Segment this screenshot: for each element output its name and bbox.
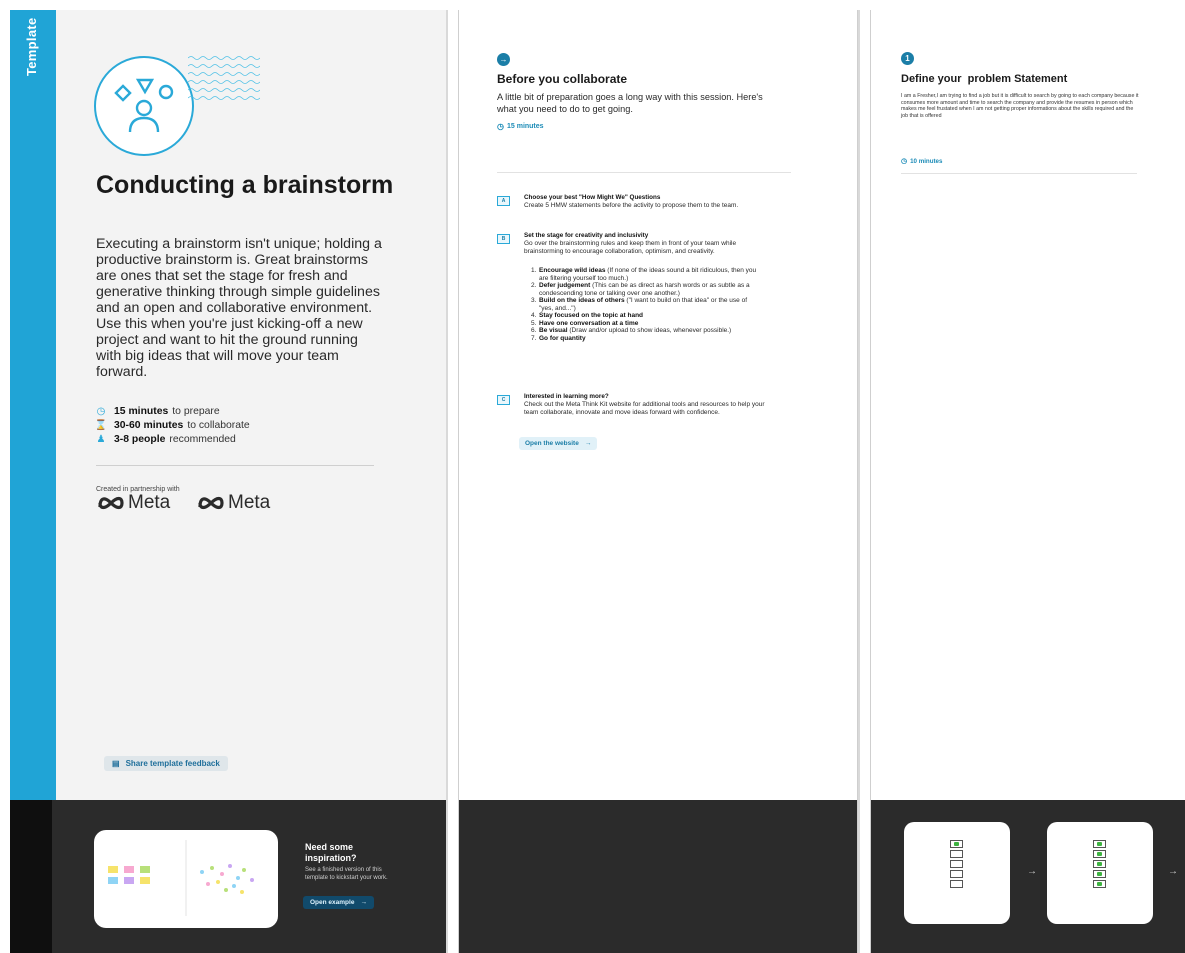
wave-lines-decoration: [188, 56, 260, 100]
meta-infinity-icon: [198, 496, 224, 510]
problem-time: ◷ 10 minutes: [901, 157, 943, 166]
step-number-badge: 1: [901, 52, 914, 65]
collab-time-row: ⌛ 30-60 minutes to collaborate: [94, 418, 396, 432]
panel-separator: [446, 10, 448, 953]
panel-separator: [858, 10, 860, 953]
checkbox-unchecked: [950, 870, 963, 878]
brainstorm-rules-list: 1. Encourage wild ideas (If none of the i…: [531, 267, 757, 342]
template-side-label: Template: [24, 17, 39, 76]
step-c-title: Interested in learning more?: [524, 393, 609, 400]
people-label: recommended: [169, 433, 236, 445]
problem-statement-panel: 1 Define your problem Statement I am a F…: [870, 10, 1185, 953]
collab-time-label: to collaborate: [187, 419, 250, 431]
step-a-title: Choose your best "How Might We" Question…: [524, 194, 661, 201]
checkbox-checked: [950, 840, 963, 848]
step-badge-b: B: [497, 234, 510, 244]
rule-item: 3. Build on the ideas of others ("I want …: [531, 297, 748, 312]
panel-3-dark-band: → →: [871, 800, 1185, 953]
meta-logo-text: Meta: [128, 492, 171, 513]
rule-item: 5. Have one conversation at a time: [531, 319, 639, 327]
section-title: Before you collaborate: [497, 72, 628, 86]
divider: [497, 172, 791, 173]
collab-time-value: 30-60 minutes: [114, 419, 184, 431]
open-website-button[interactable]: Open the website →: [519, 437, 598, 450]
checkbox-checked: [1093, 880, 1106, 888]
checkbox-checked: [1093, 870, 1106, 878]
step-badge-a: A: [497, 196, 510, 206]
divider: [96, 465, 374, 466]
person-icon: ♟: [96, 433, 106, 445]
example-preview-card[interactable]: [94, 830, 278, 928]
step-b-title: Set the stage for creativity and inclusi…: [524, 232, 649, 239]
people-row: ♟ 3-8 people recommended: [96, 432, 396, 446]
inspiration-band: Need some inspiration? See a finished ve…: [10, 800, 446, 953]
problem-statement-title: Define your problem Statement: [901, 73, 1068, 85]
checkbox-checked: [1093, 850, 1106, 858]
checkbox-checked: [1093, 840, 1106, 848]
rule-item: 4. Stay focused on the topic at hand: [531, 312, 644, 319]
template-title: Conducting a brainstorm: [96, 171, 394, 199]
arrow-right-icon: →: [1168, 866, 1178, 877]
rule-item: 6. Be visual (Draw and/or upload to show …: [531, 327, 732, 334]
panel-2-dark-band: [459, 800, 857, 953]
checklist-card-1: [904, 822, 1010, 924]
checkbox-unchecked: [950, 850, 963, 858]
problem-statement-body: I am a Fresher,I am trying to find a job…: [901, 93, 1139, 119]
comment-icon: ▤: [112, 759, 120, 768]
prep-time-label: to prepare: [172, 405, 220, 417]
clock-icon: ◷: [96, 405, 106, 417]
arrow-right-circle-icon: →: [497, 53, 510, 66]
step-c-body: Check out the Meta Think Kit website for…: [524, 401, 765, 416]
arrow-right-icon: →: [360, 899, 367, 906]
before-you-collaborate-panel: → Before you collaborate A little bit of…: [458, 10, 858, 953]
checkbox-unchecked: [950, 880, 963, 888]
inspiration-description: See a finished version of this template …: [305, 867, 388, 881]
template-intro-panel: Template Conducting a brainstorm Executi…: [10, 10, 446, 953]
meta-logo: Meta: [96, 492, 170, 514]
step-a-body: Create 5 HMW statements before the activ…: [524, 202, 739, 209]
arrow-right-icon: →: [584, 440, 592, 447]
checklist-1: [950, 840, 964, 890]
rule-item: 7. Go for quantity: [531, 334, 586, 342]
dark-edge: [10, 800, 52, 953]
section-time: ◷ 15 minutes: [497, 122, 544, 131]
clock-icon: ◷: [497, 122, 504, 131]
checklist-card-2: [1047, 822, 1153, 924]
prep-time-value: 15 minutes: [114, 405, 169, 417]
people-value: 3-8 people: [114, 433, 166, 445]
brainstorm-hero-icon: [94, 56, 194, 156]
step-b-body: Go over the brainstorming rules and keep…: [524, 240, 737, 255]
checkbox-unchecked: [950, 860, 963, 868]
section-intro: A little bit of preparation goes a long …: [497, 92, 763, 114]
share-feedback-label: Share template feedback: [125, 759, 220, 768]
open-example-button[interactable]: Open example →: [303, 896, 374, 909]
checklist-2: [1093, 840, 1107, 890]
meta-logo-2: Meta: [196, 492, 270, 514]
rule-item: 1. Encourage wild ideas (If none of the i…: [531, 267, 757, 282]
problem-time-value: 10 minutes: [910, 157, 943, 165]
open-example-label: Open example: [310, 899, 355, 906]
step-badge-c: C: [497, 395, 510, 405]
meta-infinity-icon: [98, 496, 124, 510]
rule-item: 2. Defer judgement (This can be as direct…: [531, 282, 750, 297]
arrow-right-icon: →: [1027, 866, 1037, 877]
hourglass-icon: ⌛: [94, 419, 108, 431]
checkbox-checked: [1093, 860, 1106, 868]
inspiration-title: Need some inspiration?: [305, 842, 357, 863]
open-website-label: Open the website: [525, 440, 579, 447]
partner-logos: Created in partnership with Meta Meta: [96, 486, 396, 514]
section-time-value: 15 minutes: [506, 123, 544, 130]
meta-logo-text-2: Meta: [228, 492, 271, 513]
clock-icon: ◷: [901, 158, 908, 165]
template-meta-list: ◷ 15 minutes to prepare ⌛ 30-60 minutes …: [94, 404, 396, 446]
prep-time-row: ◷ 15 minutes to prepare: [96, 404, 396, 418]
example-thumbnail: [108, 840, 254, 916]
template-description: Executing a brainstorm isn't unique; hol…: [96, 236, 382, 380]
divider: [901, 173, 1137, 174]
template-side-band: Template: [10, 10, 56, 800]
share-feedback-button[interactable]: ▤ Share template feedback: [104, 756, 228, 771]
